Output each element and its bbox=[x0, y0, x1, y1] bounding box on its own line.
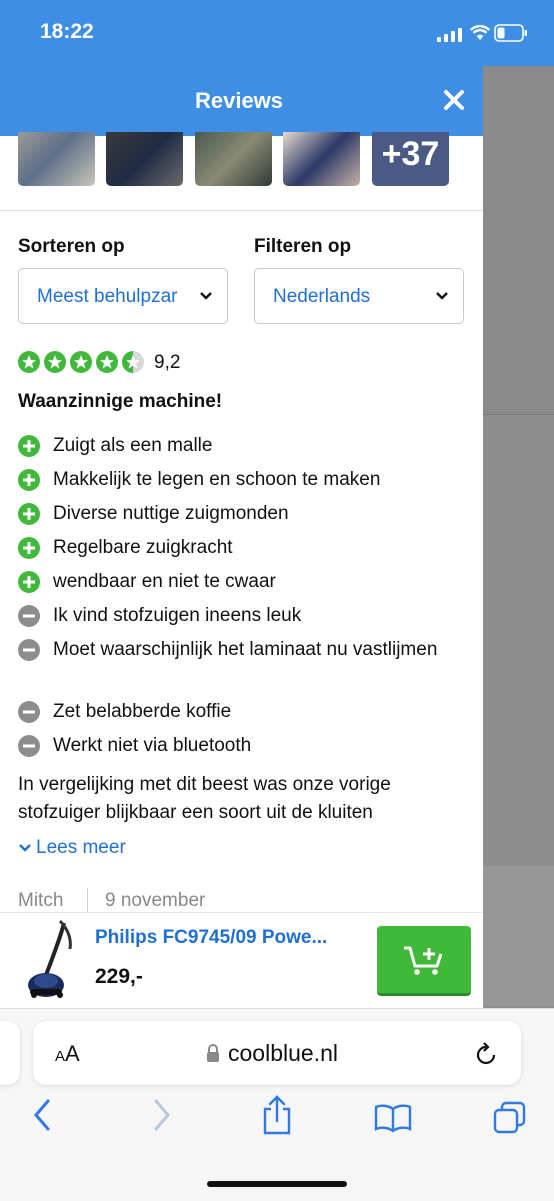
battery-icon bbox=[494, 24, 527, 42]
plus-icon bbox=[18, 571, 40, 593]
con-text: Ik vind stofzuigen ineens leuk bbox=[53, 605, 302, 626]
review-photo-thumb[interactable] bbox=[195, 132, 272, 186]
plus-icon bbox=[18, 503, 40, 525]
rating-score: 9,2 bbox=[154, 352, 181, 373]
star-full-icon bbox=[96, 351, 118, 373]
minus-icon bbox=[18, 735, 40, 757]
review-photo-thumb[interactable] bbox=[283, 132, 360, 186]
chevron-down-icon bbox=[436, 292, 448, 300]
pro-text: Regelbare zuigkracht bbox=[53, 537, 233, 558]
review-date: 9 november bbox=[105, 890, 206, 911]
review-title: Waanzinnige machine! bbox=[18, 391, 223, 412]
minus-icon bbox=[18, 605, 40, 627]
reload-icon[interactable] bbox=[474, 1041, 498, 1067]
lock-icon bbox=[207, 1044, 219, 1062]
close-icon[interactable] bbox=[440, 86, 468, 114]
tabs-icon[interactable] bbox=[492, 1101, 528, 1135]
sort-select[interactable]: Meest behulpzar bbox=[18, 268, 228, 324]
home-indicator bbox=[207, 1181, 347, 1187]
filter-label: Filteren op bbox=[254, 236, 352, 257]
review-author: Mitch bbox=[18, 890, 64, 911]
browser-toolbar: AA coolblue.nl bbox=[0, 1008, 554, 1201]
sort-value: Meest behulpzar bbox=[37, 286, 178, 307]
review-photo-thumb[interactable] bbox=[18, 132, 95, 186]
backdrop-card bbox=[483, 66, 554, 414]
con-text: Werkt niet via bluetooth bbox=[53, 735, 252, 756]
add-to-cart-button[interactable] bbox=[377, 926, 471, 996]
bookmarks-icon[interactable] bbox=[374, 1103, 412, 1133]
pro-text: Zuigt als een malle bbox=[53, 435, 213, 456]
wifi-icon bbox=[470, 25, 490, 40]
status-time: 18:22 bbox=[40, 20, 94, 43]
con-text: Zet belabberde koffie bbox=[53, 701, 232, 722]
url-text: coolblue.nl bbox=[228, 1040, 338, 1066]
star-full-icon bbox=[18, 351, 40, 373]
review-photo-strip: +37 bbox=[0, 132, 483, 188]
chevron-down-icon bbox=[19, 844, 31, 852]
filter-value: Nederlands bbox=[273, 286, 371, 307]
signal-icon bbox=[437, 28, 462, 42]
read-more-link[interactable]: Lees meer bbox=[18, 837, 126, 859]
backdrop-divider bbox=[483, 414, 554, 415]
chevron-down-icon bbox=[200, 292, 212, 300]
previous-tab-edge[interactable] bbox=[0, 1021, 20, 1085]
pro-text: wendbaar en niet te cwaar bbox=[53, 571, 276, 592]
minus-icon bbox=[18, 701, 40, 723]
review-photo-thumb[interactable] bbox=[106, 132, 183, 186]
panel-header: Reviews bbox=[0, 66, 483, 136]
plus-icon bbox=[18, 435, 40, 457]
product-bar: Philips FC9745/09 Powe... 229,- bbox=[0, 912, 483, 1008]
more-photos-thumb[interactable]: +37 bbox=[372, 132, 449, 186]
star-half-icon bbox=[122, 351, 144, 373]
read-more-label: Lees meer bbox=[36, 837, 126, 858]
divider bbox=[87, 888, 88, 914]
minus-icon bbox=[18, 639, 40, 661]
pro-text: Makkelijk te legen en schoon te maken bbox=[53, 469, 381, 490]
forward-icon[interactable] bbox=[152, 1099, 172, 1131]
con-text: Moet waarschijnlijk het laminaat nu vast… bbox=[53, 639, 438, 660]
star-full-icon bbox=[70, 351, 92, 373]
plus-icon bbox=[18, 537, 40, 559]
divider bbox=[0, 210, 483, 211]
sort-label: Sorteren op bbox=[18, 236, 125, 257]
review-body: In vergelijking met dit beest was onze v… bbox=[18, 774, 391, 823]
back-icon[interactable] bbox=[32, 1099, 52, 1131]
pro-text: Diverse nuttige zuigmonden bbox=[53, 503, 289, 524]
product-name[interactable]: Philips FC9745/09 Powe... bbox=[95, 927, 327, 949]
plus-icon bbox=[18, 469, 40, 491]
share-icon[interactable] bbox=[261, 1095, 293, 1135]
cart-icon bbox=[404, 946, 443, 975]
page-backdrop bbox=[471, 66, 554, 1094]
more-photos-count: +37 bbox=[381, 135, 440, 173]
reviews-panel: Reviews +37 Sorteren op Filteren op Mees… bbox=[0, 66, 483, 1008]
address-bar[interactable]: AA coolblue.nl bbox=[33, 1021, 521, 1085]
status-bar: 18:22 bbox=[0, 0, 554, 66]
product-price: 229,- bbox=[95, 965, 143, 988]
panel-title: Reviews bbox=[194, 88, 284, 113]
star-full-icon bbox=[44, 351, 66, 373]
reader-settings-button[interactable]: AA bbox=[55, 1041, 80, 1067]
vacuum-product-image[interactable] bbox=[20, 919, 76, 999]
filter-select[interactable]: Nederlands bbox=[254, 268, 464, 324]
backdrop-band bbox=[471, 866, 554, 1094]
